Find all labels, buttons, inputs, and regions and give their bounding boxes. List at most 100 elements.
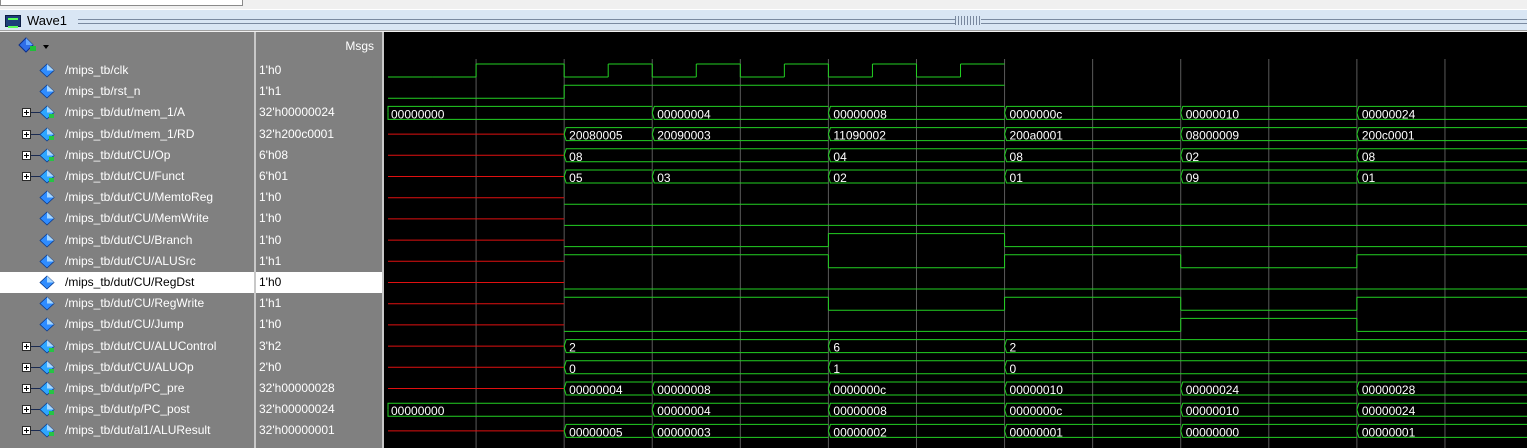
signal-value: 32'h00000001 — [259, 423, 335, 438]
signal-name: /mips_tb/clk — [65, 63, 129, 77]
expand-plus-icon[interactable] — [22, 108, 31, 118]
signal-row[interactable]: /mips_tb/dut/CU/ALUOp — [0, 357, 254, 378]
bus-value-label: 03 — [657, 171, 671, 185]
bus-segment-bottom — [1356, 176, 1527, 184]
bus-value-label: 0000000c — [833, 383, 886, 397]
bus-value-label: 09 — [1186, 171, 1200, 185]
signal-value-row[interactable]: 32'h200c0001 — [256, 124, 382, 145]
signal-row[interactable]: /mips_tb/dut/p/PC_post — [0, 399, 254, 420]
signal-value-row[interactable]: 6'h08 — [256, 145, 382, 166]
bus-segment-top — [1004, 339, 1527, 347]
signal-value: 32'h00000024 — [259, 402, 335, 417]
drag-handle-icon[interactable] — [955, 16, 981, 25]
signal-value-row[interactable]: 1'h1 — [256, 293, 382, 314]
signal-row[interactable]: /mips_tb/dut/CU/RegDst — [0, 272, 254, 293]
bus-value-label: 00000010 — [1010, 383, 1064, 397]
chevron-down-icon[interactable] — [43, 45, 49, 49]
signal-value-row[interactable]: 32'h00000024 — [256, 102, 382, 123]
bus-value-label: 00000024 — [1362, 107, 1416, 121]
signal-values-pane: 1'h0 1'h1 32'h00000024 32'h200c0001 6'h08 6'h… — [256, 59, 382, 448]
signal-row[interactable]: /mips_tb/dut/CU/MemtoReg — [0, 187, 254, 208]
signal-name: /mips_tb/dut/CU/ALUSrc — [65, 253, 196, 268]
bus-value-label: 01 — [1010, 171, 1024, 185]
bus-value-label: 00000004 — [657, 404, 711, 418]
signal-row[interactable]: /mips_tb/rst_n — [0, 81, 254, 102]
bus-value-label: 00000010 — [1186, 107, 1240, 121]
bus-value-label: 08000009 — [1186, 129, 1240, 143]
signal-name: /mips_tb/dut/mem_1/RD — [65, 126, 195, 141]
signal-value: 1'h0 — [259, 190, 282, 205]
signal-name: /mips_tb/rst_n — [65, 84, 141, 99]
signal-diamond-icon — [39, 233, 55, 248]
waveform-canvas[interactable]: 00000000 00000004 00000008 0000000c 00000010… — [384, 59, 1527, 448]
signal-value-row[interactable]: 1'h0 — [256, 314, 382, 335]
bus-value-label: 2 — [569, 341, 576, 355]
expand-plus-icon[interactable] — [22, 150, 31, 160]
signal-row[interactable]: /mips_tb/clk — [0, 60, 254, 81]
signal-value-row[interactable]: 1'h0 — [256, 60, 382, 81]
expand-plus-icon[interactable] — [22, 405, 31, 415]
signal-row[interactable]: /mips_tb/dut/CU/Op — [0, 145, 254, 166]
signal-value-row[interactable]: 32'h00000001 — [256, 420, 382, 441]
bus-value-label: 00000000 — [391, 107, 445, 121]
signal-row[interactable]: /mips_tb/dut/p/PC_pre — [0, 378, 254, 399]
signal-row[interactable]: /mips_tb/dut/CU/ALUSrc — [0, 251, 254, 272]
signal-value-row[interactable]: 1'h0 — [256, 187, 382, 208]
signal-value-row[interactable]: 32'h00000028 — [256, 378, 382, 399]
bus-value-label: 00000010 — [1186, 404, 1240, 418]
signal-row[interactable]: /mips_tb/dut/mem_1/RD — [0, 124, 254, 145]
signal-row[interactable]: /mips_tb/dut/CU/MemWrite — [0, 208, 254, 229]
expand-plus-icon[interactable] — [22, 384, 31, 393]
bus-value-label: 20080005 — [569, 129, 623, 143]
signal-value-row[interactable]: 1'h1 — [256, 81, 382, 102]
signal-value: 1'h1 — [259, 253, 282, 268]
signal-diamond-icon — [39, 339, 55, 354]
bus-value-label: 00000003 — [657, 425, 711, 439]
signal-row[interactable]: /mips_tb/dut/CU/Funct — [0, 166, 254, 187]
signal-names-header — [0, 32, 254, 59]
signal-row[interactable]: /mips_tb/dut/CU/ALUControl — [0, 336, 254, 357]
signal-diamond-icon — [39, 254, 55, 269]
expand-plus-icon[interactable] — [22, 129, 31, 139]
signal-value-row[interactable]: 3'h2 — [256, 336, 382, 357]
bus-value-label: 00000001 — [1362, 425, 1416, 439]
signal-value-row[interactable]: 1'h0 — [256, 208, 382, 229]
bus-value-label: 11090002 — [833, 129, 886, 143]
signal-row[interactable]: /mips_tb/dut/CU/Branch — [0, 230, 254, 251]
bus-value-label: 00000008 — [833, 404, 887, 418]
bus-value-label: 0 — [1010, 362, 1017, 376]
signal-diamond-icon — [39, 360, 55, 375]
expand-plus-icon[interactable] — [22, 362, 31, 372]
wave-window-titlebar[interactable]: Wave1 — [0, 9, 1527, 31]
signal-value: 32'h00000028 — [259, 381, 335, 395]
bus-segment-bottom — [563, 155, 829, 163]
expand-plus-icon[interactable] — [22, 341, 31, 351]
bus-value-label: 02 — [1186, 150, 1200, 164]
signal-value: 1'h0 — [259, 63, 282, 77]
signal-value-row[interactable]: 32'h00000024 — [256, 399, 382, 420]
bus-value-label: 2 — [1010, 341, 1017, 355]
expand-plus-icon[interactable] — [22, 426, 31, 436]
bus-value-label: 00000004 — [569, 383, 623, 397]
signal-row[interactable]: /mips_tb/dut/al1/ALUResult — [0, 420, 254, 441]
bus-value-label: 00000000 — [1186, 425, 1240, 439]
signal-diamond-menu-icon[interactable] — [17, 37, 37, 53]
signal-value: 2'h0 — [259, 359, 282, 374]
expand-plus-icon[interactable] — [22, 172, 31, 181]
bus-value-label: 00000024 — [1362, 404, 1416, 418]
signal-row[interactable]: /mips_tb/dut/mem_1/A — [0, 102, 254, 123]
signal-value-row[interactable]: 6'h01 — [256, 166, 382, 187]
waveform-pane[interactable]: 00000000 00000004 00000008 0000000c 00000010… — [384, 59, 1527, 448]
waveform-header — [384, 32, 1527, 59]
signal-value: 6'h08 — [259, 147, 288, 162]
bus-value-label: 00000004 — [657, 107, 711, 121]
bus-segment-bottom — [1356, 155, 1527, 163]
signal-value-row[interactable]: 1'h1 — [256, 251, 382, 272]
signal-value-row[interactable]: 1'h0 — [256, 230, 382, 251]
bus-value-label: 00000008 — [833, 107, 887, 121]
signal-diamond-icon — [39, 190, 55, 205]
signal-row[interactable]: /mips_tb/dut/CU/Jump — [0, 314, 254, 335]
signal-value-row[interactable]: 1'h0 — [256, 272, 382, 293]
signal-value-row[interactable]: 2'h0 — [256, 357, 382, 378]
signal-row[interactable]: /mips_tb/dut/CU/RegWrite — [0, 293, 254, 314]
